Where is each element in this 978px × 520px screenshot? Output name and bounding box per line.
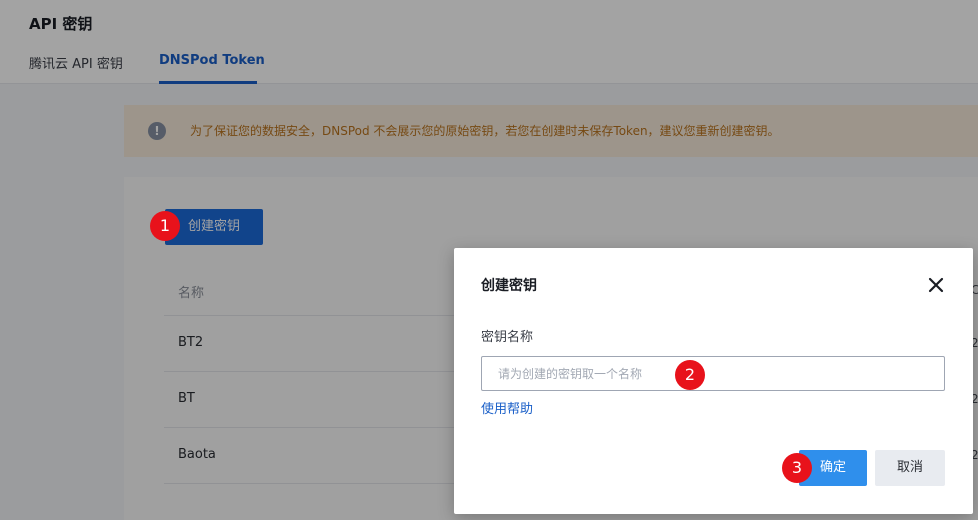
close-icon[interactable] [924,273,948,297]
step-badge-1: 1 [150,211,180,241]
key-name-label: 密钥名称 [481,330,534,345]
step-badge-3: 3 [782,453,812,483]
key-name-input[interactable] [481,356,945,391]
help-link[interactable]: 使用帮助 [481,398,533,417]
cancel-button[interactable]: 取消 [875,450,945,486]
dialog-title: 创建密钥 [481,278,537,294]
create-key-dialog: 创建密钥 密钥名称 使用帮助 确定 取消 [454,248,973,514]
step-badge-2: 2 [675,360,705,390]
